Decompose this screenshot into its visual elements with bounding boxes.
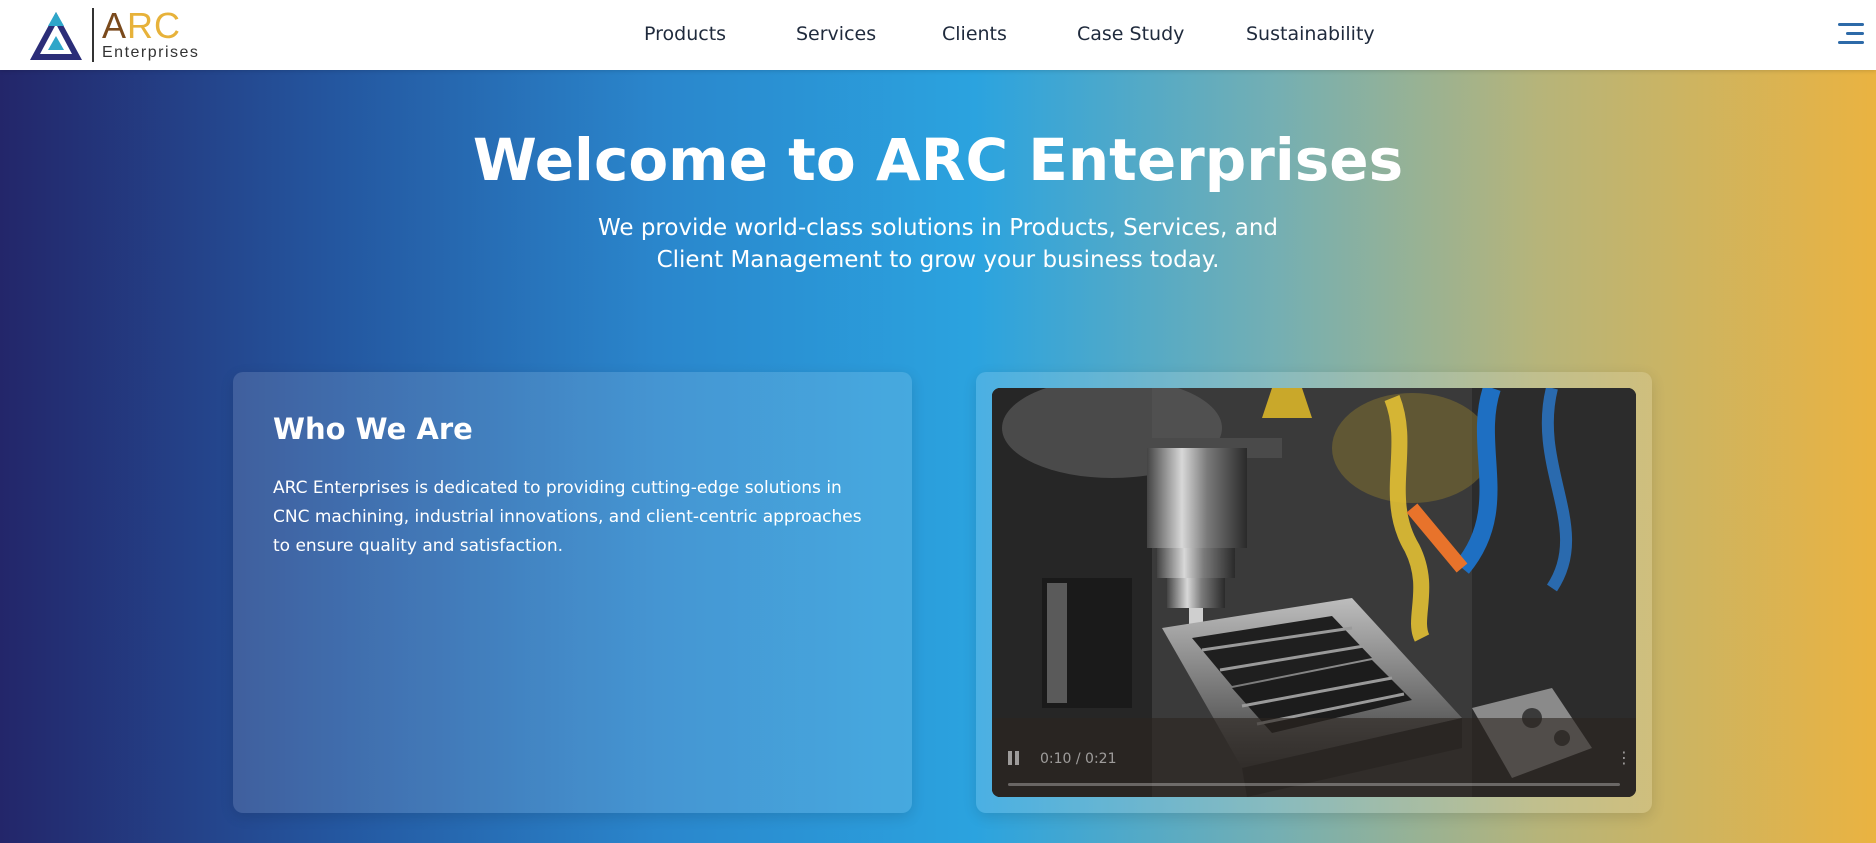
about-card: Who We Are ARC Enterprises is dedicated …	[233, 372, 912, 813]
main-nav: Products Services Clients Case Study Sus…	[0, 0, 1876, 70]
site-header: ARC Enterprises Products Services Client…	[0, 0, 1876, 70]
hero-subtitle: We provide world-class solutions in Prod…	[597, 215, 1279, 273]
cnc-machining-video-frame	[992, 388, 1636, 797]
about-heading: Who We Are	[273, 412, 473, 446]
hamburger-menu-icon[interactable]	[1838, 22, 1864, 44]
about-body: ARC Enterprises is dedicated to providin…	[273, 478, 862, 556]
pause-icon[interactable]	[1008, 751, 1022, 767]
video-progress-bar[interactable]	[1008, 783, 1620, 786]
nav-item-case-study[interactable]: Case Study	[1077, 23, 1184, 45]
hero-section: Welcome to ARC Enterprises We provide wo…	[0, 70, 1876, 843]
nav-item-sustainability[interactable]: Sustainability	[1246, 23, 1375, 45]
video-card: 0:10 / 0:21 ⋮	[976, 372, 1652, 813]
nav-item-products[interactable]: Products	[644, 23, 726, 45]
video-player[interactable]: 0:10 / 0:21 ⋮	[992, 388, 1636, 797]
nav-item-services[interactable]: Services	[796, 23, 876, 45]
hero-title: Welcome to ARC Enterprises	[472, 126, 1404, 194]
video-controls: 0:10 / 0:21 ⋮	[992, 737, 1636, 797]
more-options-icon[interactable]: ⋮	[1616, 749, 1632, 769]
video-time: 0:10 / 0:21	[1040, 751, 1117, 767]
nav-item-clients[interactable]: Clients	[942, 23, 1007, 45]
